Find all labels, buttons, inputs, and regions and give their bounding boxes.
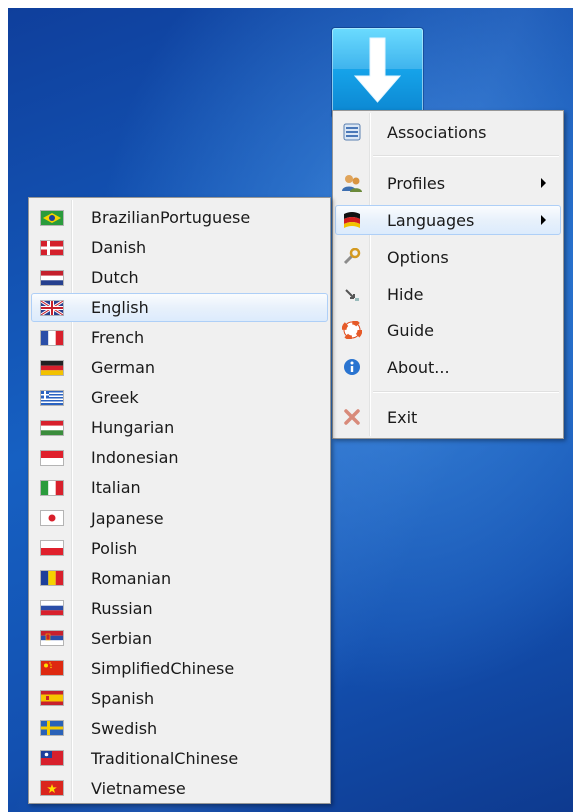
taiwan-flag-icon [40,749,64,767]
china-flag-icon [40,659,64,677]
guide-icon [340,321,364,339]
language-item-label: Dutch [91,268,139,288]
associations-icon [340,123,364,141]
download-arrow-icon[interactable] [332,28,423,118]
language-item-label: Russian [91,598,153,618]
vietnam-flag-icon [40,779,64,797]
uk-flag-icon [40,299,64,317]
submenu-arrow-icon [541,178,546,188]
languages-submenu: BrazilianPortuguese Danish Dutch English Fre… [28,197,331,804]
language-item-label: German [91,358,156,378]
tray-context-menu: Associations Profiles Languages Options … [332,110,564,439]
language-item-italian[interactable]: Italian [31,473,328,502]
language-item-romanian[interactable]: Romanian [31,564,328,593]
language-item-label: Polish [91,538,138,558]
menu-item-guide[interactable]: Guide [335,315,561,345]
exit-icon [340,408,364,426]
language-item-label: TraditionalChinese [91,748,239,768]
menu-item-label: Profiles [387,173,446,193]
france-flag-icon [40,329,64,347]
menu-item-label: Languages [387,210,475,230]
menu-item-label: About... [387,357,450,377]
menu-item-label: Guide [387,320,434,340]
language-item-swedish[interactable]: Swedish [31,714,328,743]
poland-flag-icon [40,539,64,557]
languages-icon [340,211,364,229]
menu-item-label: Options [387,247,449,267]
menu-item-exit[interactable]: Exit [335,402,561,432]
menu-item-label: Hide [387,284,424,304]
language-item-russian[interactable]: Russian [31,594,328,623]
hide-icon [340,285,364,303]
denmark-flag-icon [40,239,64,257]
language-item-indonesian[interactable]: Indonesian [31,443,328,472]
menu-separator [373,391,559,393]
menu-item-associations[interactable]: Associations [335,117,561,147]
greece-flag-icon [40,389,64,407]
language-item-label: Swedish [91,718,158,738]
language-item-label: Danish [91,238,147,258]
menu-item-languages[interactable]: Languages [335,205,561,235]
language-item-traditionalchinese[interactable]: TraditionalChinese [31,744,328,773]
language-item-serbian[interactable]: Serbian [31,624,328,653]
language-item-simplifiedchinese[interactable]: SimplifiedChinese [31,654,328,683]
language-item-danish[interactable]: Danish [31,233,328,262]
language-item-label: Indonesian [91,448,179,468]
language-item-label: Serbian [91,628,153,648]
sweden-flag-icon [40,719,64,737]
romania-flag-icon [40,569,64,587]
submenu-arrow-icon [541,215,546,225]
language-item-label: Japanese [91,508,164,528]
italy-flag-icon [40,479,64,497]
spain-flag-icon [40,689,64,707]
language-item-german[interactable]: German [31,353,328,382]
language-item-japanese[interactable]: Japanese [31,504,328,533]
language-item-french[interactable]: French [31,323,328,352]
language-item-label: BrazilianPortuguese [91,208,251,227]
language-item-label: French [91,328,145,348]
info-icon [340,358,364,376]
language-item-dutch[interactable]: Dutch [31,263,328,292]
language-item-english[interactable]: English [31,293,328,323]
profiles-icon [340,174,364,192]
menu-item-label: Associations [387,122,487,142]
menu-gutter [369,113,371,436]
language-item-label: Italian [91,478,141,498]
language-item-label: Spanish [91,688,155,708]
language-item-polish[interactable]: Polish [31,534,328,563]
language-item-label: Romanian [91,568,172,588]
serbia-flag-icon [40,629,64,647]
menu-item-label: Exit [387,407,418,427]
russia-flag-icon [40,599,64,617]
language-item-spanish[interactable]: Spanish [31,684,328,713]
japan-flag-icon [40,509,64,527]
brazil-flag-icon [40,209,64,227]
hungary-flag-icon [40,419,64,437]
netherlands-flag-icon [40,269,64,287]
options-icon [340,248,364,266]
language-item-label: English [91,298,149,318]
language-item-greek[interactable]: Greek [31,383,328,412]
language-item-vietnamese[interactable]: Vietnamese [31,774,328,803]
menu-item-profiles[interactable]: Profiles [335,168,561,198]
language-item-label: Hungarian [91,418,175,438]
germany-flag-icon [40,359,64,377]
language-item-hungarian[interactable]: Hungarian [31,413,328,442]
language-item-label: Greek [91,388,139,408]
language-item-label: Vietnamese [91,778,186,798]
language-item-brazilianportuguese[interactable]: BrazilianPortuguese [31,203,328,232]
indonesia-flag-icon [40,449,64,467]
menu-item-options[interactable]: Options [335,242,561,272]
language-item-label: SimplifiedChinese [91,658,235,678]
menu-item-about[interactable]: About... [335,352,561,382]
menu-item-hide[interactable]: Hide [335,279,561,309]
menu-separator [373,155,559,157]
